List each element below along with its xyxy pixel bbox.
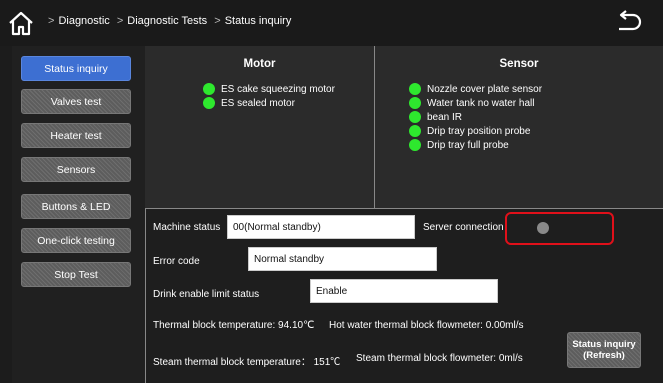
list-item: bean IR bbox=[409, 110, 542, 124]
status-led-icon bbox=[409, 139, 421, 151]
status-led-icon bbox=[203, 97, 215, 109]
sensor-list: Nozzle cover plate sensor Water tank no … bbox=[409, 82, 542, 152]
list-item: ES sealed motor bbox=[203, 96, 335, 110]
machine-status-field: 00(Normal standby) bbox=[227, 215, 415, 239]
status-panel: Machine status 00(Normal standby) Server… bbox=[145, 209, 663, 383]
sidebar-item-stop-test[interactable]: Stop Test bbox=[21, 262, 131, 287]
back-arrow-icon[interactable] bbox=[613, 9, 643, 37]
breadcrumb-diagnostic[interactable]: Diagnostic bbox=[58, 15, 109, 27]
steam-block-temperature: Steam thermal block temperature： 151℃ bbox=[153, 357, 341, 368]
highlight-box bbox=[505, 212, 614, 245]
status-led-icon bbox=[409, 125, 421, 137]
sidebar: Status inquiry Valves test Heater test S… bbox=[12, 46, 145, 383]
sidebar-item-buttons-led[interactable]: Buttons & LED bbox=[21, 194, 131, 219]
chevron-right-icon: > bbox=[116, 15, 124, 27]
top-bar: > Diagnostic > Diagnostic Tests > Status in… bbox=[0, 0, 663, 46]
thermal-block-temperature: Thermal block temperature: 94.10℃ bbox=[153, 320, 315, 331]
motor-panel: Motor ES cake squeezing motor ES sealed … bbox=[145, 46, 375, 209]
list-item: Drip tray position probe bbox=[409, 124, 542, 138]
sidebar-item-one-click-testing[interactable]: One-click testing bbox=[21, 228, 131, 253]
error-code-label: Error code bbox=[153, 256, 200, 267]
sidebar-item-status-inquiry[interactable]: Status inquiry bbox=[21, 56, 131, 81]
list-item: Water tank no water hall bbox=[409, 96, 542, 110]
breadcrumb: > Diagnostic > Diagnostic Tests > Status in… bbox=[44, 15, 291, 27]
hot-water-flowmeter: Hot water thermal block flowmeter: 0.00m… bbox=[329, 320, 524, 331]
machine-status-label: Machine status bbox=[153, 222, 221, 233]
status-led-icon bbox=[203, 83, 215, 95]
server-connection-indicator bbox=[537, 222, 549, 234]
list-item: Nozzle cover plate sensor bbox=[409, 82, 542, 96]
motor-title: Motor bbox=[243, 58, 276, 70]
home-icon[interactable] bbox=[6, 8, 36, 38]
status-led-icon bbox=[409, 83, 421, 95]
breadcrumb-diagnostic-tests[interactable]: Diagnostic Tests bbox=[127, 15, 207, 27]
list-item: Drip tray full probe bbox=[409, 138, 542, 152]
sensor-panel: Sensor Nozzle cover plate sensor Water t… bbox=[375, 46, 663, 209]
chevron-right-icon: > bbox=[214, 15, 221, 27]
sidebar-item-heater-test[interactable]: Heater test bbox=[21, 123, 131, 148]
steam-flowmeter: Steam thermal block flowmeter: 0ml/s bbox=[356, 353, 523, 364]
status-led-icon bbox=[409, 111, 421, 123]
sidebar-item-valves-test[interactable]: Valves test bbox=[21, 89, 131, 114]
status-led-icon bbox=[409, 97, 421, 109]
list-item: ES cake squeezing motor bbox=[203, 82, 335, 96]
drink-limit-label: Drink enable limit status bbox=[153, 289, 260, 300]
sensor-title: Sensor bbox=[499, 58, 539, 70]
error-code-field: Normal standby bbox=[248, 247, 437, 271]
server-connection-label: Server connection bbox=[423, 222, 504, 233]
chevron-right-icon: > bbox=[48, 15, 55, 27]
status-inquiry-refresh-button[interactable]: Status inquiry (Refresh) bbox=[567, 332, 641, 368]
motor-list: ES cake squeezing motor ES sealed motor bbox=[203, 82, 335, 110]
breadcrumb-status-inquiry: Status inquiry bbox=[224, 15, 292, 27]
sidebar-item-sensors[interactable]: Sensors bbox=[21, 157, 131, 182]
drink-limit-field: Enable bbox=[310, 279, 498, 303]
